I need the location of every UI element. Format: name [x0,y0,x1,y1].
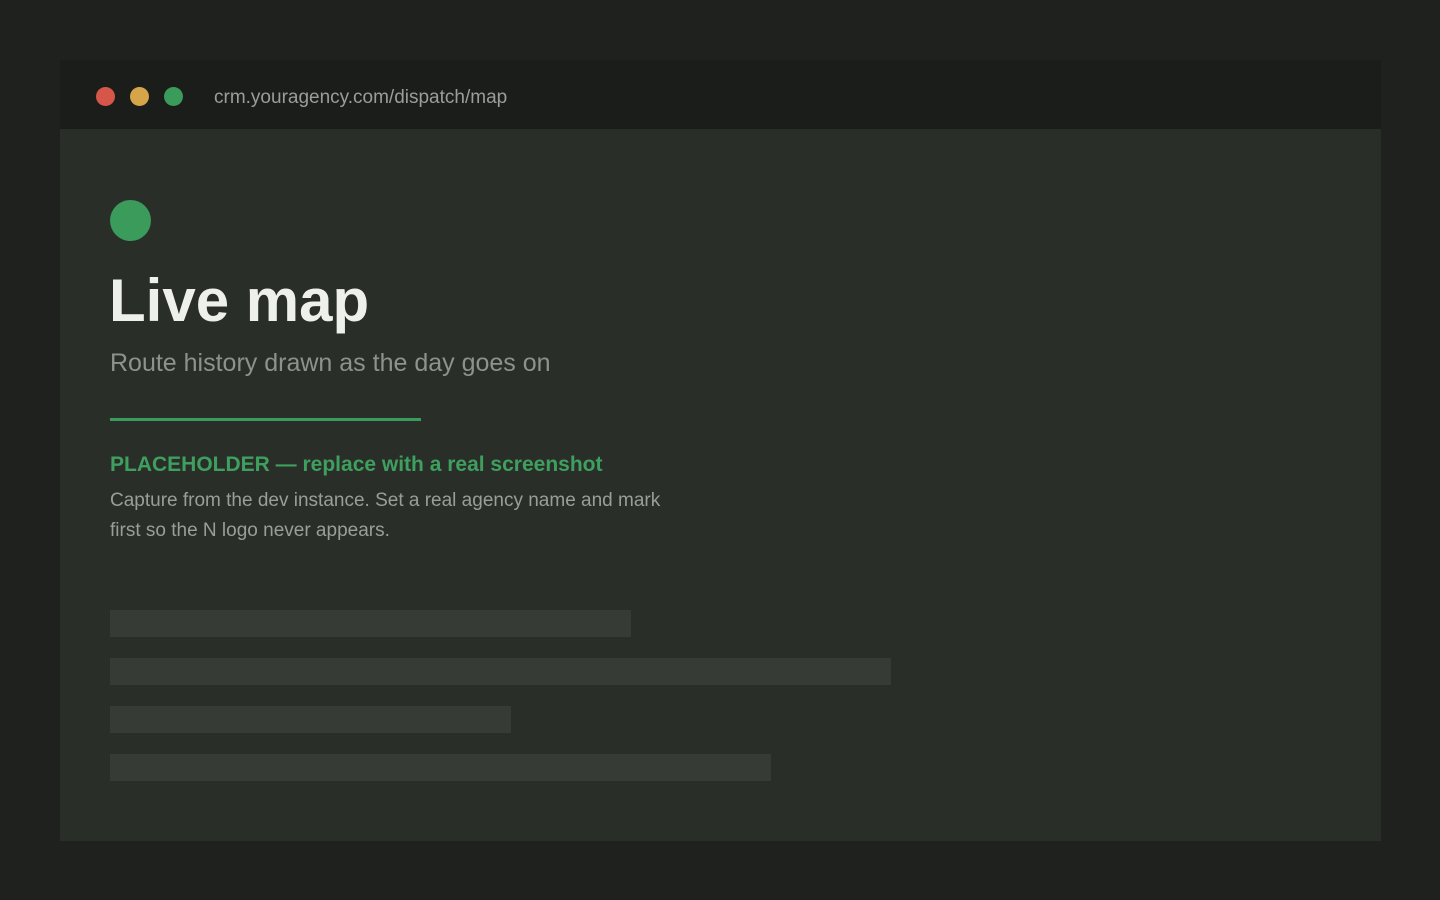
status-dot-icon [110,200,151,241]
address-bar-url[interactable]: crm.youragency.com/dispatch/map [214,87,507,109]
browser-titlebar: crm.youragency.com/dispatch/map [60,60,1381,129]
browser-window: crm.youragency.com/dispatch/map Live map… [60,60,1381,841]
accent-divider [110,418,421,421]
skeleton-line [110,610,631,637]
minimize-window-icon[interactable] [130,87,149,106]
placeholder-description: Capture from the dev instance. Set a rea… [110,490,661,541]
page-title: Live map [109,267,370,334]
skeleton-line [110,706,511,733]
page-subtitle: Route history drawn as the day goes on [110,349,551,377]
skeleton-line [110,658,891,685]
close-window-icon[interactable] [96,87,115,106]
placeholder-heading: PLACEHOLDER — replace with a real screen… [110,453,603,476]
skeleton-line [110,754,771,781]
page-content: Live map Route history drawn as the day … [60,129,1381,841]
maximize-window-icon[interactable] [164,87,183,106]
